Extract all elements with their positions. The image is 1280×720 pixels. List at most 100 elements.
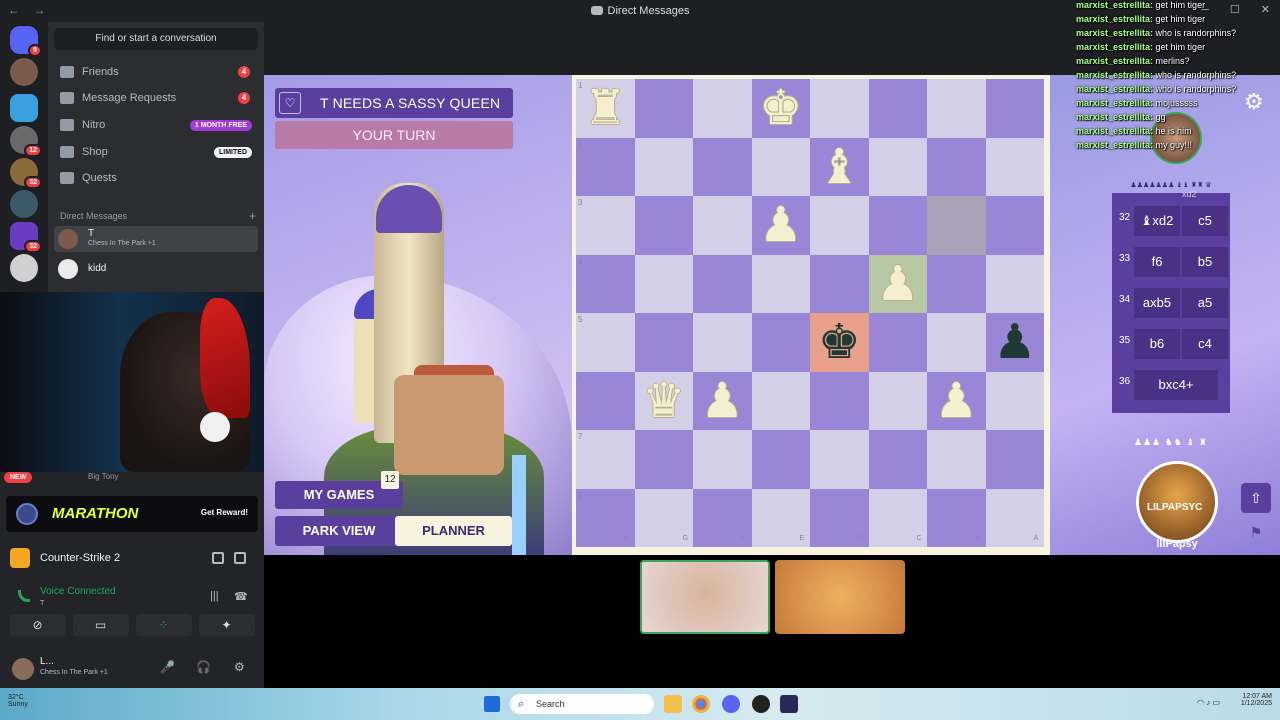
board-square[interactable]	[810, 254, 869, 313]
board-square[interactable]	[985, 137, 1044, 196]
server-icon[interactable]	[10, 58, 38, 86]
board-square[interactable]	[751, 313, 810, 372]
board-square[interactable]	[693, 254, 752, 313]
board-square[interactable]	[576, 254, 635, 313]
discord-icon[interactable]	[722, 695, 740, 713]
sidebar-item-friends[interactable]: Friends 4	[54, 60, 258, 84]
board-square[interactable]	[693, 313, 752, 372]
board-square[interactable]	[927, 313, 986, 372]
board-square[interactable]	[576, 371, 635, 430]
board-square[interactable]	[810, 371, 869, 430]
board-square[interactable]	[985, 79, 1044, 138]
board-square[interactable]	[985, 254, 1044, 313]
move-list[interactable]: xd2 32 ♝xd2 c5 33 f6 b5 34 axb5 a5 35 b6 c4 36 bxc4+	[1112, 189, 1230, 413]
screen-share-icon[interactable]	[212, 552, 224, 564]
search-input[interactable]: ⌕ Search	[510, 694, 654, 714]
find-conversation-button[interactable]: Find or start a conversation	[54, 28, 258, 50]
black-move[interactable]: c5	[1182, 206, 1228, 236]
add-dm-icon[interactable]: +	[249, 209, 256, 223]
chrome-icon[interactable]	[692, 695, 710, 713]
black-piece[interactable]: ♟	[986, 313, 1045, 371]
white-piece[interactable]: ♝	[810, 138, 869, 196]
activities-button[interactable]: ⁘	[135, 614, 192, 636]
white-move[interactable]: f6	[1134, 247, 1180, 277]
server-icon[interactable]	[10, 254, 38, 282]
camera-off-button[interactable]: ⊘	[9, 614, 66, 636]
board-square[interactable]	[634, 430, 693, 489]
get-reward-button[interactable]: Get Reward!	[201, 508, 248, 517]
board-square[interactable]	[576, 430, 635, 489]
board-square[interactable]	[634, 254, 693, 313]
board-square[interactable]	[868, 137, 927, 196]
black-move[interactable]: b5	[1182, 247, 1228, 277]
white-piece[interactable]: ♟	[869, 255, 928, 313]
board-square[interactable]	[868, 313, 927, 372]
board-square[interactable]	[576, 137, 635, 196]
black-piece[interactable]: ♚	[810, 313, 869, 371]
board-square[interactable]	[985, 371, 1044, 430]
board-square[interactable]	[868, 79, 927, 138]
board-square[interactable]	[927, 430, 986, 489]
board-square[interactable]	[576, 196, 635, 255]
board-square[interactable]	[634, 137, 693, 196]
black-move[interactable]: a5	[1182, 288, 1228, 318]
server-icon[interactable]: 32	[10, 222, 42, 253]
board-square[interactable]	[927, 196, 986, 255]
white-piece[interactable]: ♛	[635, 372, 694, 430]
home-button[interactable]: 9	[10, 26, 42, 57]
server-icon[interactable]	[10, 94, 38, 122]
microphone-icon[interactable]: 🎤	[160, 660, 175, 674]
board-square[interactable]	[868, 371, 927, 430]
board-square[interactable]	[810, 196, 869, 255]
server-icon[interactable]: 32	[10, 158, 42, 189]
white-move[interactable]: ♝xd2	[1134, 206, 1180, 236]
white-move[interactable]: b6	[1134, 329, 1180, 359]
board-square[interactable]	[693, 137, 752, 196]
promo-banner[interactable]: MARATHON Get Reward!	[6, 496, 258, 532]
chess-board[interactable]: 1 2 3 4 5 6 7 8 H G F E D C B A ♜ ♚ ♝ ♟ ♟ ♚ ♟ ♛ ♟ ♟	[572, 75, 1050, 555]
board-square[interactable]	[693, 79, 752, 138]
planner-button[interactable]: PLANNER	[395, 516, 512, 546]
file-explorer-icon[interactable]	[664, 695, 682, 713]
board-square[interactable]	[751, 430, 810, 489]
board-square[interactable]	[751, 371, 810, 430]
server-icon[interactable]: 12	[10, 126, 42, 157]
start-button[interactable]	[484, 696, 500, 712]
board-square[interactable]	[810, 79, 869, 138]
board-square[interactable]	[985, 196, 1044, 255]
sidebar-item-shop[interactable]: Shop LIMITED	[54, 140, 258, 164]
weather-widget[interactable]: 32°C Sunny	[8, 694, 28, 708]
dm-item-kidd[interactable]: kidd	[54, 256, 258, 282]
board-square[interactable]	[985, 430, 1044, 489]
flag-icon[interactable]: ⚑	[1241, 517, 1271, 547]
board-square[interactable]	[693, 430, 752, 489]
noise-suppression-icon[interactable]: |||	[210, 590, 219, 602]
sidebar-item-quests[interactable]: Quests	[54, 166, 258, 190]
app-icon[interactable]	[780, 695, 798, 713]
board-square[interactable]	[751, 254, 810, 313]
board-square[interactable]	[810, 430, 869, 489]
white-piece[interactable]: ♚	[752, 79, 811, 137]
board-square[interactable]	[927, 254, 986, 313]
white-piece[interactable]: ♟	[752, 196, 811, 254]
sidebar-item-message-requests[interactable]: Message Requests 4	[54, 86, 258, 110]
dm-item-t[interactable]: T Chess In The Park +1	[54, 226, 258, 252]
board-square[interactable]	[634, 313, 693, 372]
white-piece[interactable]: ♜	[576, 79, 635, 137]
white-move[interactable]: bxc4+	[1134, 370, 1218, 400]
clock[interactable]: 12:07 AM 1/12/2025	[1241, 693, 1272, 707]
screen-share-button[interactable]: ▭	[72, 614, 129, 636]
board-square[interactable]	[634, 196, 693, 255]
board-square[interactable]	[576, 313, 635, 372]
server-icon[interactable]	[10, 190, 38, 218]
board-square[interactable]	[751, 137, 810, 196]
disconnect-icon[interactable]: ☎	[234, 590, 248, 603]
board-square[interactable]	[927, 79, 986, 138]
park-view-button[interactable]: PARK VIEW	[275, 516, 403, 546]
soundboard-button[interactable]: ✦	[198, 614, 255, 636]
board-square[interactable]	[693, 196, 752, 255]
voice-connected-label[interactable]: Voice Connected	[40, 586, 116, 597]
sidebar-item-nitro[interactable]: Nitro 1 MONTH FREE	[54, 113, 258, 137]
board-square[interactable]	[927, 137, 986, 196]
white-piece[interactable]: ♟	[927, 372, 986, 430]
